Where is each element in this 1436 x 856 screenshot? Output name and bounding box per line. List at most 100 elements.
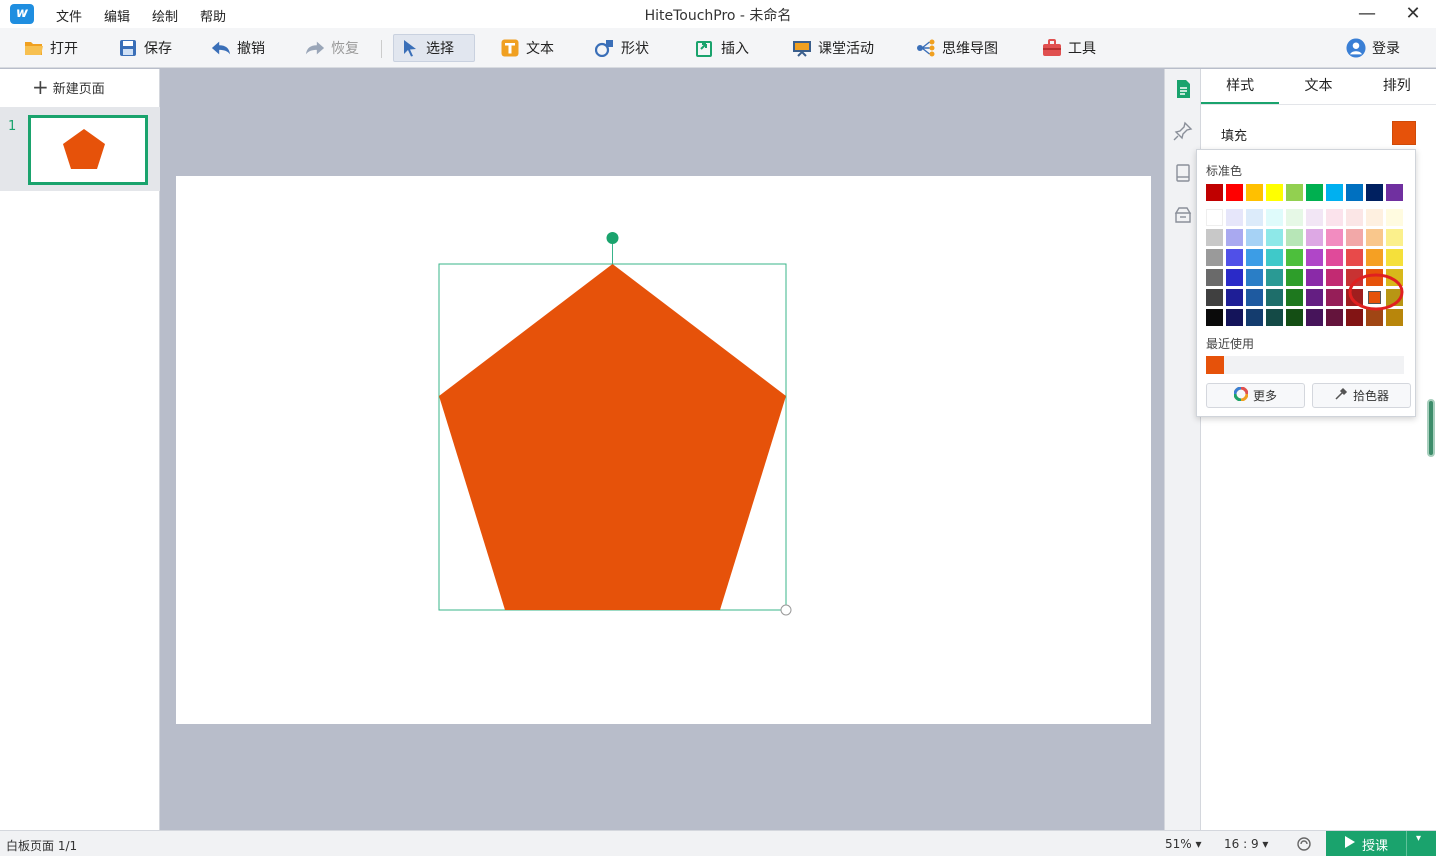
palette-color-swatch[interactable] xyxy=(1286,289,1303,306)
palette-color-swatch[interactable] xyxy=(1206,209,1223,226)
mindmap-button[interactable]: 思维导图 xyxy=(910,34,1004,62)
palette-color-swatch[interactable] xyxy=(1306,309,1323,326)
palette-color-swatch[interactable] xyxy=(1286,309,1303,326)
tools-button[interactable]: 工具 xyxy=(1036,34,1102,62)
minimize-button[interactable]: — xyxy=(1352,2,1382,26)
palette-color-swatch[interactable] xyxy=(1266,269,1283,286)
book-icon[interactable] xyxy=(1173,163,1193,183)
page-thumbnail[interactable] xyxy=(28,115,148,185)
palette-color-swatch[interactable] xyxy=(1326,229,1343,246)
palette-color-swatch[interactable] xyxy=(1226,309,1243,326)
palette-color-swatch[interactable] xyxy=(1206,249,1223,266)
style-document-icon[interactable] xyxy=(1173,79,1193,99)
palette-color-swatch[interactable] xyxy=(1226,289,1243,306)
aspect-ratio-selector[interactable]: 16 : 9 ▾ xyxy=(1224,837,1268,851)
palette-color-swatch[interactable] xyxy=(1246,269,1263,286)
palette-color-swatch[interactable] xyxy=(1226,249,1243,266)
palette-color-swatch[interactable] xyxy=(1286,269,1303,286)
palette-color-swatch[interactable] xyxy=(1266,289,1283,306)
tab-arrange[interactable]: 排列 xyxy=(1358,69,1436,104)
text-button[interactable]: 文本 xyxy=(494,34,560,62)
palette-color-swatch[interactable] xyxy=(1306,289,1323,306)
standard-color-swatch[interactable] xyxy=(1326,184,1343,201)
palette-color-swatch[interactable] xyxy=(1266,209,1283,226)
palette-color-swatch[interactable] xyxy=(1206,309,1223,326)
standard-color-swatch[interactable] xyxy=(1266,184,1283,201)
close-button[interactable]: ✕ xyxy=(1398,2,1428,26)
palette-color-swatch[interactable] xyxy=(1286,249,1303,266)
palette-color-swatch[interactable] xyxy=(1266,229,1283,246)
panel-scrollbar[interactable] xyxy=(1427,399,1435,457)
standard-color-swatch[interactable] xyxy=(1206,184,1223,201)
fill-color-button[interactable] xyxy=(1392,121,1416,145)
palette-color-swatch[interactable] xyxy=(1386,249,1403,266)
palette-color-swatch[interactable] xyxy=(1306,209,1323,226)
palette-color-swatch[interactable] xyxy=(1206,289,1223,306)
login-button[interactable]: 登录 xyxy=(1340,34,1406,62)
standard-color-swatch[interactable] xyxy=(1246,184,1263,201)
sync-icon[interactable] xyxy=(1296,836,1312,856)
tab-text[interactable]: 文本 xyxy=(1279,69,1357,104)
recent-color-swatch[interactable] xyxy=(1206,356,1224,374)
more-colors-button[interactable]: 更多 xyxy=(1206,383,1305,408)
palette-color-swatch[interactable] xyxy=(1326,269,1343,286)
new-page-button[interactable]: + 新建页面 xyxy=(0,69,160,105)
palette-color-swatch[interactable] xyxy=(1366,209,1383,226)
palette-color-swatch[interactable] xyxy=(1366,249,1383,266)
palette-color-swatch[interactable] xyxy=(1206,269,1223,286)
palette-color-swatch[interactable] xyxy=(1326,309,1343,326)
standard-color-swatch[interactable] xyxy=(1226,184,1243,201)
palette-color-swatch[interactable] xyxy=(1386,229,1403,246)
teach-button[interactable]: 授课 ▾ xyxy=(1326,831,1436,856)
menu-file[interactable]: 文件 xyxy=(56,6,82,25)
eyedropper-button[interactable]: 拾色器 xyxy=(1312,383,1411,408)
palette-color-swatch[interactable] xyxy=(1246,289,1263,306)
menu-draw[interactable]: 绘制 xyxy=(152,6,178,25)
tab-style[interactable]: 样式 xyxy=(1201,69,1280,104)
shape-button[interactable]: 形状 xyxy=(589,34,655,62)
archive-tray-icon[interactable] xyxy=(1173,205,1193,225)
standard-color-swatch[interactable] xyxy=(1286,184,1303,201)
palette-color-swatch[interactable] xyxy=(1286,229,1303,246)
redo-button[interactable]: 恢复 xyxy=(299,34,365,62)
palette-color-swatch[interactable] xyxy=(1306,229,1323,246)
palette-color-swatch[interactable] xyxy=(1346,209,1363,226)
open-button[interactable]: 打开 xyxy=(18,34,84,62)
insert-button[interactable]: 插入 xyxy=(689,34,755,62)
select-button[interactable]: 选择 xyxy=(393,34,475,62)
palette-color-swatch[interactable] xyxy=(1306,269,1323,286)
palette-color-swatch[interactable] xyxy=(1346,249,1363,266)
whiteboard-slide[interactable] xyxy=(176,176,1151,724)
save-button[interactable]: 保存 xyxy=(112,34,178,62)
palette-color-swatch[interactable] xyxy=(1246,209,1263,226)
standard-color-swatch[interactable] xyxy=(1366,184,1383,201)
page-thumbnail-row[interactable]: 1 xyxy=(0,107,160,191)
palette-color-swatch[interactable] xyxy=(1346,229,1363,246)
palette-color-swatch[interactable] xyxy=(1326,249,1343,266)
palette-color-swatch[interactable] xyxy=(1246,309,1263,326)
palette-color-swatch[interactable] xyxy=(1266,249,1283,266)
palette-color-swatch[interactable] xyxy=(1326,209,1343,226)
palette-color-swatch[interactable] xyxy=(1386,209,1403,226)
palette-color-swatch[interactable] xyxy=(1226,269,1243,286)
chevron-down-icon[interactable]: ▾ xyxy=(1416,833,1421,844)
standard-color-swatch[interactable] xyxy=(1346,184,1363,201)
palette-color-swatch[interactable] xyxy=(1206,229,1223,246)
classroom-activity-button[interactable]: 课堂活动 xyxy=(786,34,880,62)
palette-color-swatch[interactable] xyxy=(1246,249,1263,266)
palette-color-swatch[interactable] xyxy=(1326,289,1343,306)
palette-color-swatch[interactable] xyxy=(1246,229,1263,246)
menu-edit[interactable]: 编辑 xyxy=(104,6,130,25)
palette-color-swatch[interactable] xyxy=(1286,209,1303,226)
undo-button[interactable]: 撤销 xyxy=(205,34,271,62)
palette-color-swatch[interactable] xyxy=(1226,229,1243,246)
palette-color-swatch[interactable] xyxy=(1306,249,1323,266)
standard-color-swatch[interactable] xyxy=(1386,184,1403,201)
standard-color-swatch[interactable] xyxy=(1306,184,1323,201)
palette-color-swatch[interactable] xyxy=(1366,229,1383,246)
zoom-selector[interactable]: 51% ▾ xyxy=(1165,837,1202,851)
palette-color-swatch[interactable] xyxy=(1266,309,1283,326)
palette-color-swatch[interactable] xyxy=(1226,209,1243,226)
pin-icon[interactable] xyxy=(1173,121,1193,141)
menu-help[interactable]: 帮助 xyxy=(200,6,226,25)
